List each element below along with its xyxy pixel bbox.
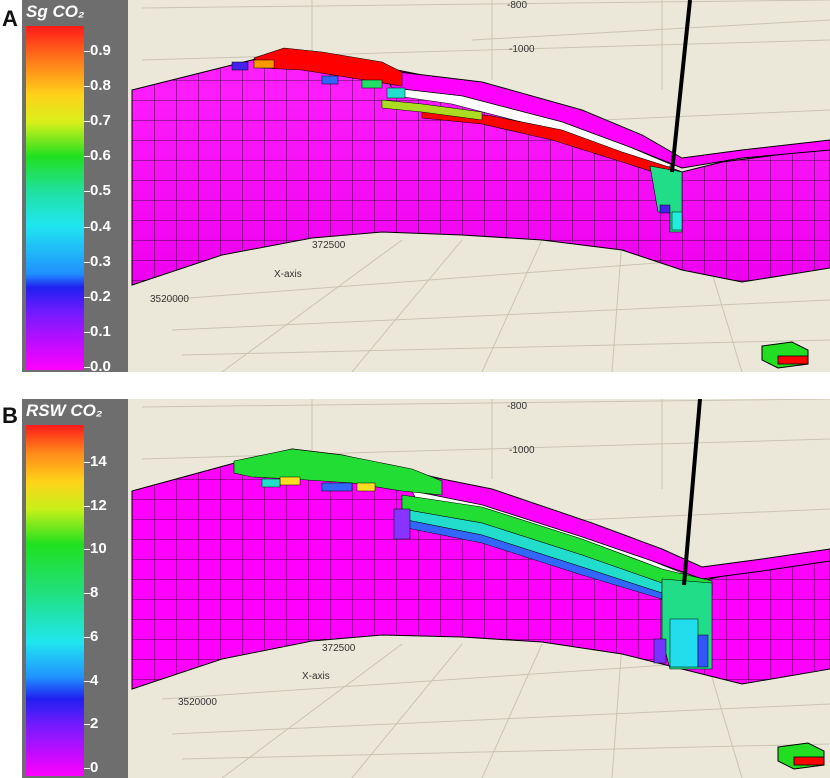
panel-b-scene: -800 -1000 372500 X-axis 3520000: [131, 399, 830, 778]
panel-a-colorbar-legend: Sg CO₂ 0.9 0.8 0.7 0.6 0.5 0.4 0.3 0.2 0.1 0.0: [22, 0, 128, 372]
panel-a-co2-plume-orange: [253, 59, 275, 69]
panel-a-tick-label: 0.5: [90, 182, 111, 200]
panel-b-tick-mark: [84, 768, 90, 769]
panel-a-tick-label: 0.8: [90, 77, 111, 95]
panel-a-tick-mark: [84, 191, 90, 193]
panel-a-tick-mark: [84, 86, 90, 88]
panel-a-well: [670, 0, 692, 173]
panel-b-tick-label: 8: [90, 584, 99, 602]
panel-b-y-tick: 3520000: [178, 697, 217, 708]
panel-b-tick-mark: [84, 680, 90, 682]
panel-b-tick-label: 2: [90, 715, 99, 733]
panel-b-tick-label: 14: [90, 453, 107, 470]
panel-a-tick-label: 0.2: [90, 287, 111, 305]
panel-b-tick-mark: [84, 593, 90, 595]
panel-a-legend-title: Sg CO₂: [26, 2, 85, 21]
panel-b-colorbar: [26, 425, 84, 776]
panel-a-tick-label: 0.0: [90, 358, 111, 372]
panel-b-legend-title: RSW CO₂: [26, 401, 103, 420]
panel-a-tick-label: 0.9: [90, 42, 111, 59]
panel-a-tick-mark: [84, 51, 90, 52]
panel-b-well: [682, 399, 702, 586]
panel-a-scene: -800 -1000 372500 X-axis 3520000: [131, 0, 830, 372]
panel-a-orientation-cube[interactable]: [761, 341, 809, 369]
panel-a-axis-depth-label: -1000: [509, 44, 535, 55]
panel-b-tick-mark: [84, 549, 90, 551]
panel-a-tick-mark: [84, 296, 90, 298]
panel-a-x-axis-label: X-axis: [274, 269, 302, 280]
panel-a-tick-label: 0.7: [90, 112, 111, 130]
panel-a-tick-label: 0.6: [90, 147, 111, 165]
panel-a-tick-label: 0.4: [90, 217, 111, 235]
panel-b-tick-label: 12: [90, 496, 107, 514]
panel-b-x-tick: 372500: [322, 643, 356, 654]
panel-a-tick-label: 0.3: [90, 252, 111, 270]
panel-a-tick-mark: [84, 331, 90, 333]
panel-b-letter: B: [2, 403, 18, 428]
panel-b-orientation-cube[interactable]: [777, 742, 825, 770]
panel-b-tick-mark: [84, 505, 90, 507]
panel-b-x-axis-label: X-axis: [302, 671, 330, 682]
panel-b-tick-label: 0: [90, 759, 99, 776]
panel-a-tick-mark: [84, 156, 90, 158]
panel-a-tick-mark: [84, 367, 90, 368]
panel-b-colorbar-legend: RSW CO₂ 14 12 10 8 6 4 2 0: [22, 399, 128, 778]
panel-a-tick-mark: [84, 121, 90, 123]
panel-a-x-tick: 372500: [312, 240, 346, 251]
panel-b-tick-label: 6: [90, 627, 99, 645]
panel-b-tick-label: 4: [90, 671, 99, 689]
panel-a-axis-top-label: -800: [507, 0, 527, 11]
panel-b-tick-mark: [84, 462, 90, 463]
panel-b-tick-mark: [84, 724, 90, 726]
panel-a-y-tick: 3520000: [150, 294, 189, 305]
panel-b-axis-depth-label: -1000: [509, 445, 535, 456]
panel-a-tick-mark: [84, 261, 90, 263]
panel-b-axis-top-label: -800: [507, 401, 527, 412]
panel-a-tick-label: 0.1: [90, 322, 111, 340]
panel-a-tick-mark: [84, 226, 90, 228]
panel-a-colorbar: [26, 26, 84, 370]
panel-b-viewport[interactable]: -800 -1000 372500 X-axis 3520000 RSW CO₂…: [22, 399, 830, 778]
panel-a-viewport[interactable]: -800 -1000 372500 X-axis 3520000 Sg CO₂ …: [22, 0, 830, 372]
panel-a-letter: A: [2, 6, 18, 31]
panel-b-tick-mark: [84, 636, 90, 638]
panel-b-tick-label: 10: [90, 540, 107, 558]
